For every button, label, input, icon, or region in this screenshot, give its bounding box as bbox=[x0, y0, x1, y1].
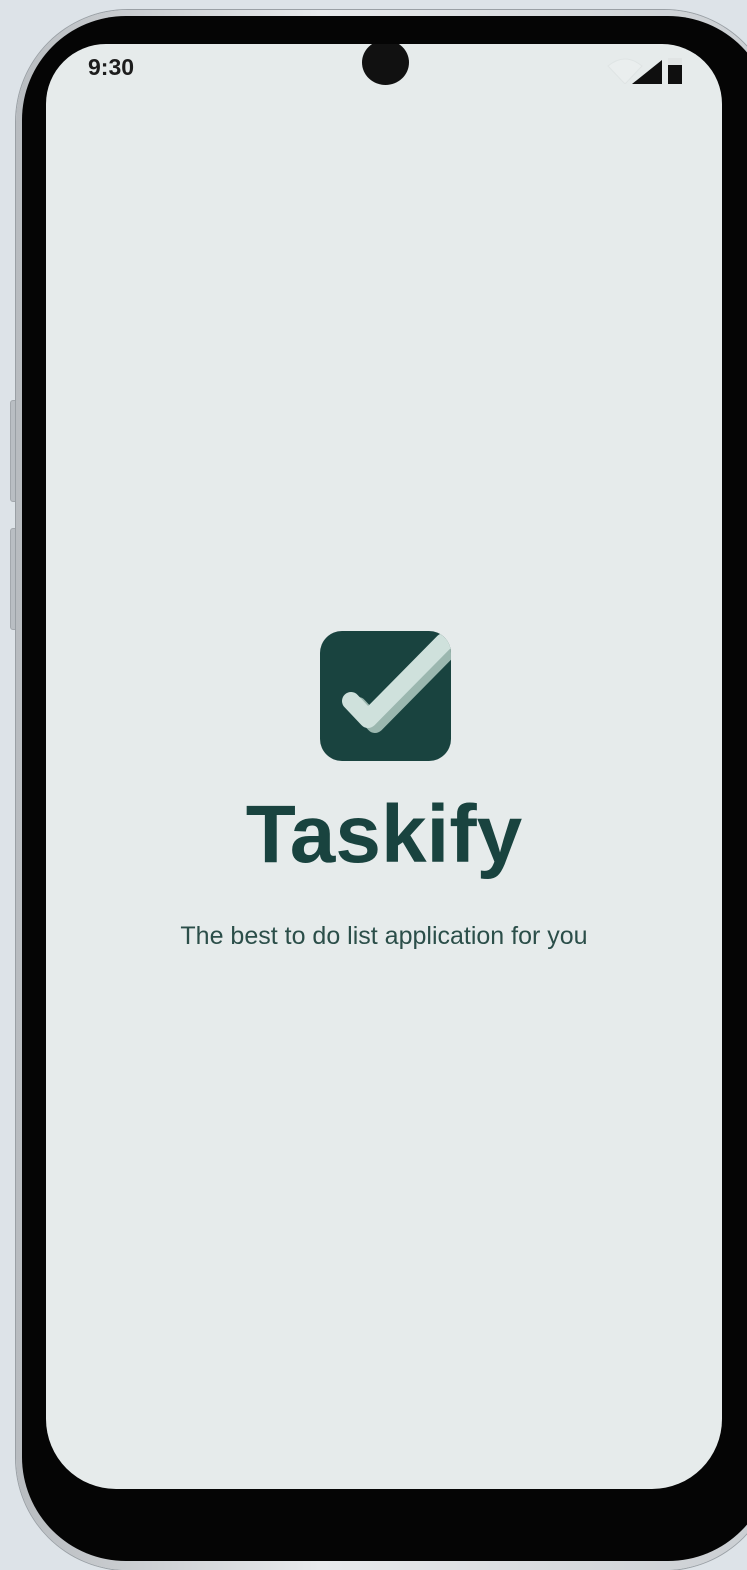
app-title: Taskify bbox=[245, 789, 523, 880]
checkbox-check-icon bbox=[320, 631, 451, 761]
status-icons bbox=[596, 54, 684, 84]
status-time: 9:30 bbox=[88, 54, 135, 80]
app-tagline: The best to do list application for you bbox=[180, 922, 588, 950]
phone-screen: 9:30 Taskify The best to do list applica… bbox=[46, 44, 722, 1489]
battery-icon bbox=[668, 58, 682, 84]
front-camera bbox=[362, 44, 409, 85]
